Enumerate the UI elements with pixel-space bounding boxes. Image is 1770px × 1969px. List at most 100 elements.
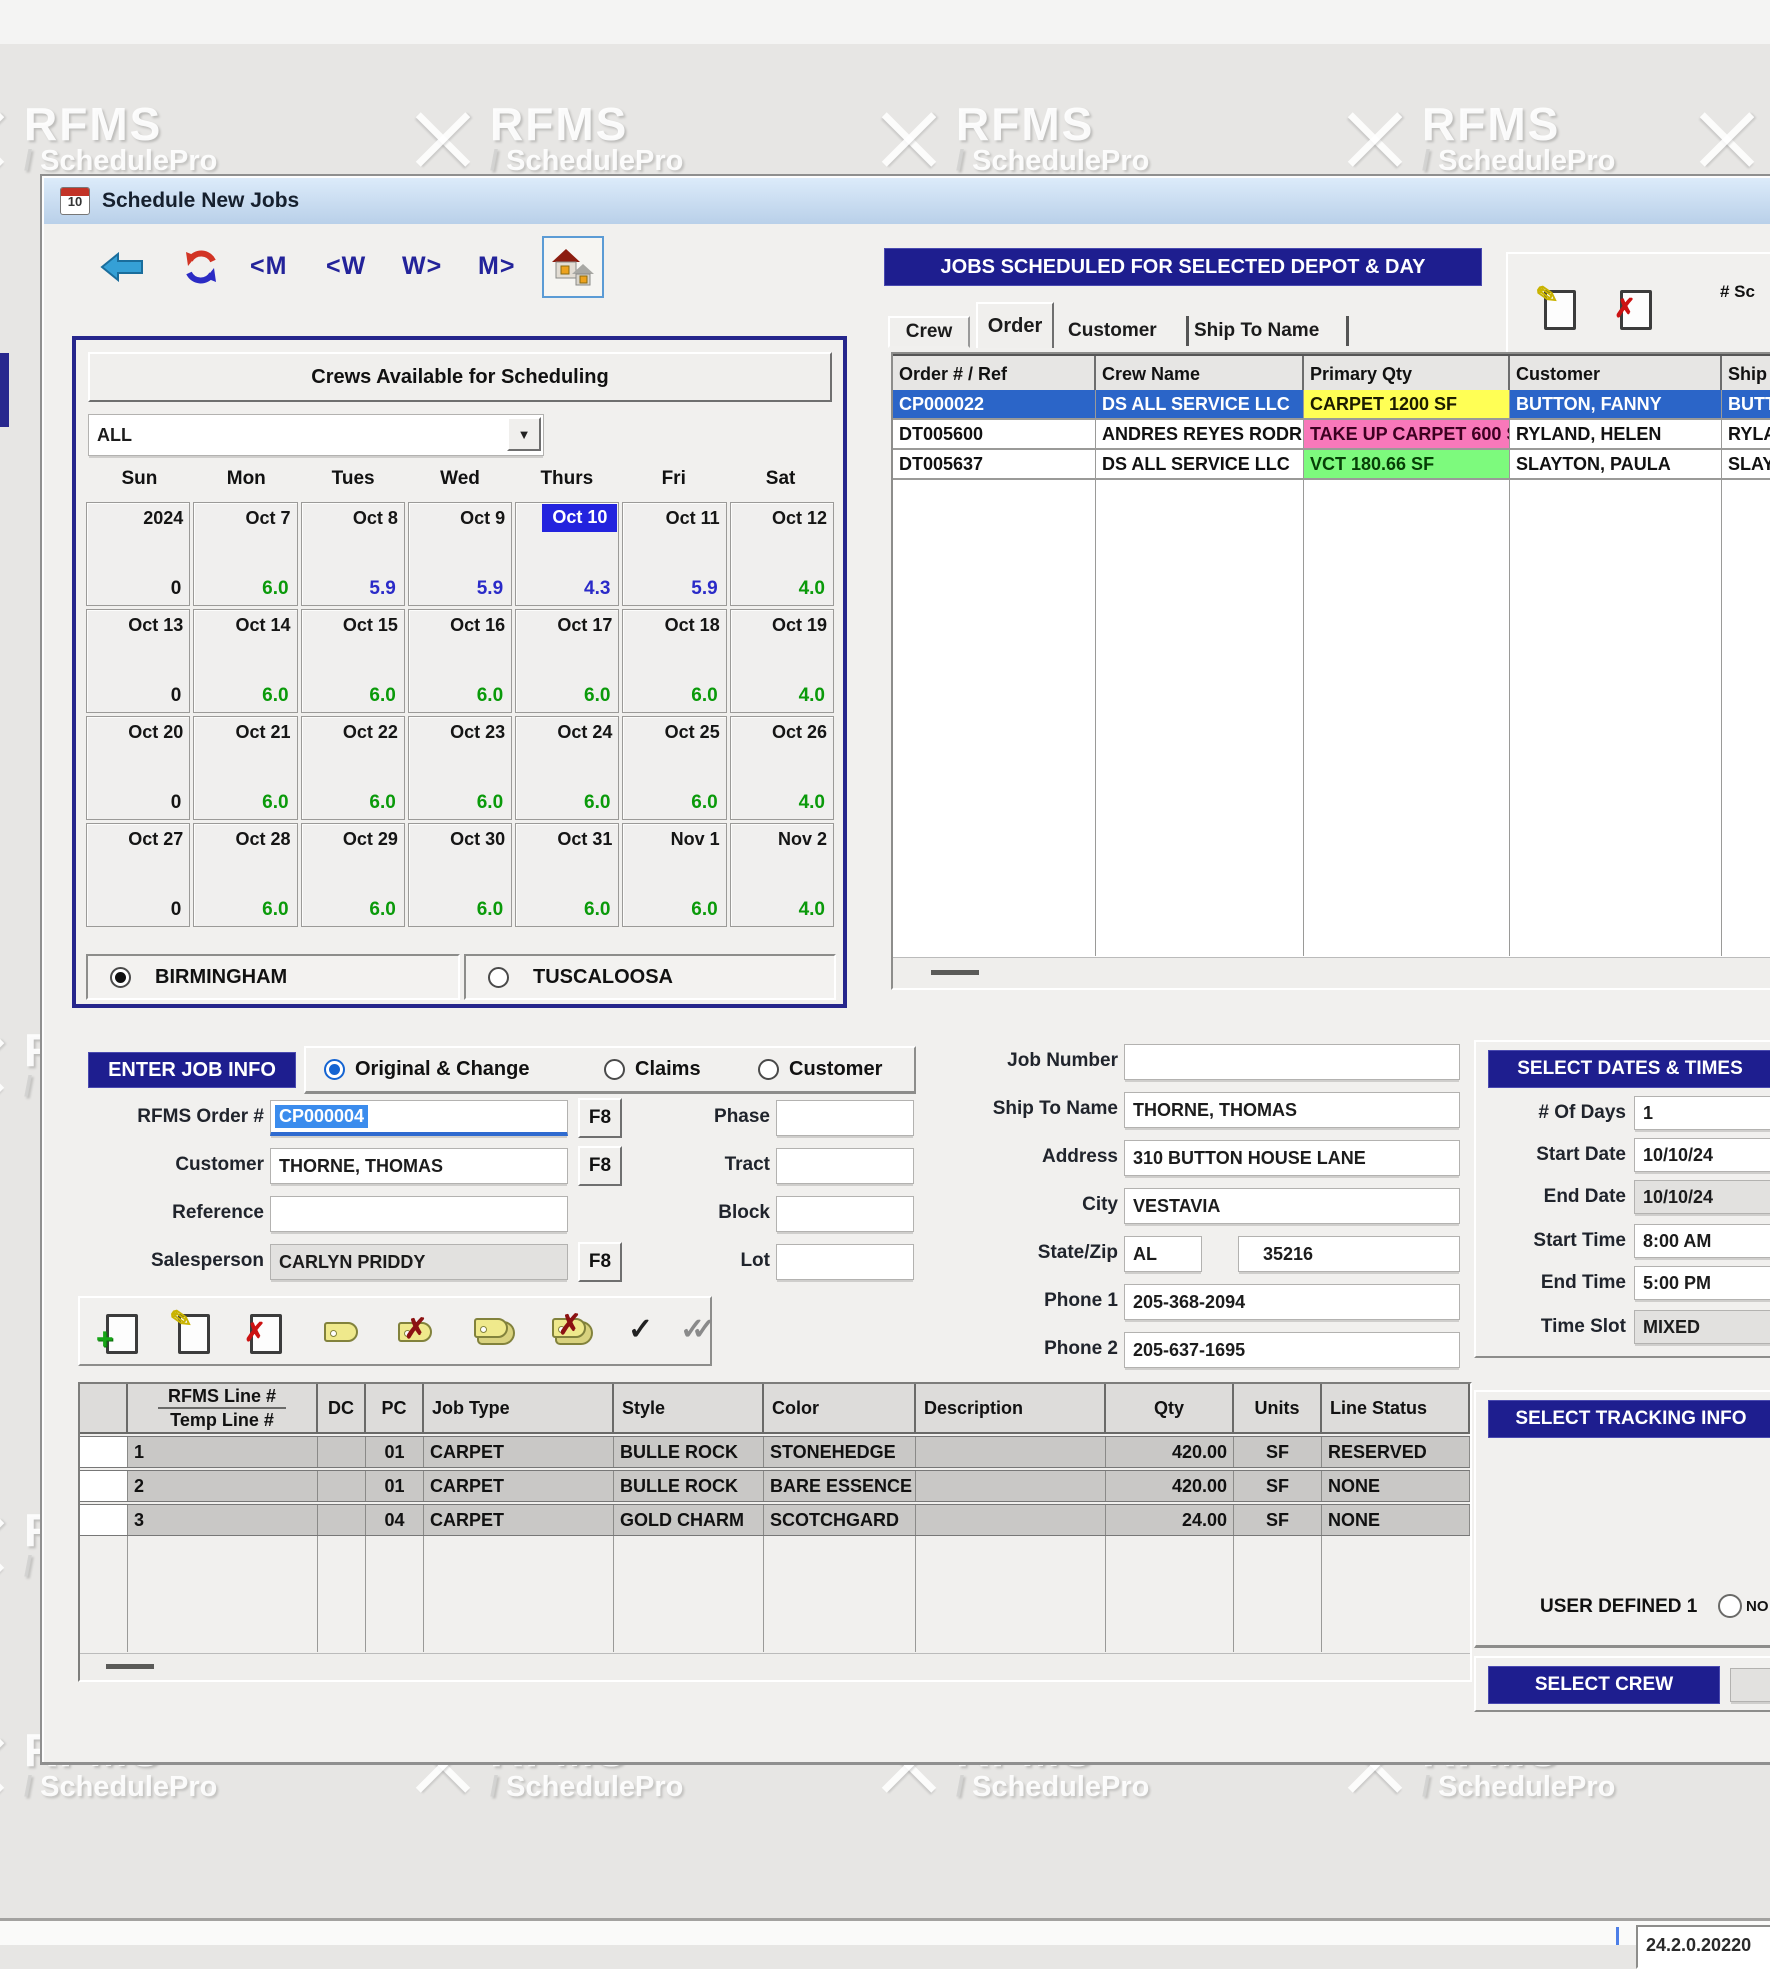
calendar-day-cell[interactable]: Oct 200 xyxy=(86,716,190,820)
calendar-day-cell[interactable]: Oct 286.0 xyxy=(193,823,297,927)
next-week-button[interactable]: W> xyxy=(402,252,442,281)
tract-input[interactable] xyxy=(776,1148,914,1184)
salesperson-input[interactable]: CARLYN PRIDDY xyxy=(270,1244,568,1280)
ship-to-name-input[interactable]: THORNE, THOMAS xyxy=(1124,1092,1460,1128)
calendar-day-cell[interactable]: Oct 146.0 xyxy=(193,609,297,713)
column-header[interactable]: Line Status xyxy=(1322,1384,1470,1432)
column-header[interactable]: Crew Name xyxy=(1096,356,1304,392)
column-header[interactable]: Primary Qty xyxy=(1304,356,1510,392)
phone1-input[interactable]: 205-368-2094 xyxy=(1124,1284,1460,1320)
refresh-button[interactable] xyxy=(182,248,220,291)
prev-week-button[interactable]: <W xyxy=(326,252,366,281)
edit-line-button[interactable]: ✎ xyxy=(178,1314,210,1359)
line-item-row[interactable]: 2 01 CARPET BULLE ROCK BARE ESSENCE 420.… xyxy=(80,1470,1470,1502)
column-header[interactable]: DC xyxy=(318,1384,366,1432)
state-input[interactable]: AL xyxy=(1124,1236,1202,1272)
calendar-day-cell[interactable]: Oct 85.9 xyxy=(301,502,405,606)
untag-line-button[interactable]: ✗ xyxy=(398,1322,432,1347)
tab-order-active[interactable]: Order xyxy=(976,302,1054,348)
radio-original-change[interactable]: Original & Change xyxy=(324,1058,529,1081)
time-slot-input[interactable]: MIXED xyxy=(1634,1310,1770,1344)
prev-month-button[interactable]: <M xyxy=(250,252,287,281)
calendar-day-cell[interactable]: Oct 216.0 xyxy=(193,716,297,820)
column-header[interactable]: Color xyxy=(764,1384,916,1432)
rfms-order-input[interactable]: CP000004 xyxy=(270,1100,568,1136)
calendar-day-cell[interactable]: Oct 296.0 xyxy=(301,823,405,927)
dropdown-arrow-button[interactable]: ▼ xyxy=(507,417,541,451)
window-titlebar[interactable]: 10 Schedule New Jobs xyxy=(44,178,1770,224)
column-header[interactable]: Qty xyxy=(1106,1384,1234,1432)
tag-line-button[interactable] xyxy=(324,1322,358,1347)
calendar-day-cell[interactable]: Oct 194.0 xyxy=(730,609,834,713)
tag-all-button[interactable] xyxy=(474,1318,508,1343)
calendar-day-cell[interactable]: Oct 130 xyxy=(86,609,190,713)
radio-unselected-icon[interactable] xyxy=(758,1059,779,1080)
job-row-selected[interactable]: CP000022 DS ALL SERVICE LLC CARPET 1200 … xyxy=(893,390,1770,420)
column-header[interactable]: Units xyxy=(1234,1384,1322,1432)
calendar-day-cell[interactable]: Oct 156.0 xyxy=(301,609,405,713)
calendar-day-cell[interactable]: Oct 264.0 xyxy=(730,716,834,820)
jobs-horizontal-scrollbar[interactable] xyxy=(893,957,1770,988)
calendar-day-cell[interactable]: Oct 256.0 xyxy=(622,716,726,820)
calendar-day-cell[interactable]: Oct 306.0 xyxy=(408,823,512,927)
customer-input[interactable]: THORNE, THOMAS xyxy=(270,1148,568,1184)
calendar-day-cell[interactable]: Oct 176.0 xyxy=(515,609,619,713)
end-date-input[interactable]: 10/10/24 xyxy=(1634,1180,1770,1214)
scrollbar-thumb[interactable] xyxy=(106,1664,154,1669)
radio-selected-icon[interactable] xyxy=(324,1059,345,1080)
column-header[interactable]: Style xyxy=(614,1384,764,1432)
city-input[interactable]: VESTAVIA xyxy=(1124,1188,1460,1224)
tab-ship-to-name[interactable]: Ship To Name xyxy=(1188,316,1349,346)
end-time-input[interactable]: 5:00 PM xyxy=(1634,1266,1770,1300)
job-number-input[interactable] xyxy=(1124,1044,1460,1080)
edit-job-button[interactable]: ✎ xyxy=(1544,290,1576,335)
confirm-all-button[interactable]: ✓✓ xyxy=(680,1312,702,1347)
depot-option-tuscaloosa[interactable]: TUSCALOOSA xyxy=(464,954,836,1000)
calendar-day-cell[interactable]: Oct 236.0 xyxy=(408,716,512,820)
start-time-input[interactable]: 8:00 AM xyxy=(1634,1224,1770,1258)
calendar-day-cell[interactable]: 20240 xyxy=(86,502,190,606)
start-date-input[interactable]: 10/10/24 xyxy=(1634,1138,1770,1172)
line-item-row[interactable]: 1 01 CARPET BULLE ROCK STONEHEDGE 420.00… xyxy=(80,1436,1470,1468)
calendar-day-cell[interactable]: Oct 246.0 xyxy=(515,716,619,820)
block-input[interactable] xyxy=(776,1196,914,1232)
tab-customer[interactable]: Customer xyxy=(1062,316,1189,346)
calendar-day-cell[interactable]: Nov 16.0 xyxy=(622,823,726,927)
home-depot-button[interactable] xyxy=(542,236,604,298)
phone2-input[interactable]: 205-637-1695 xyxy=(1124,1332,1460,1368)
line-item-row[interactable]: 3 04 CARPET GOLD CHARM SCOTCHGARD 24.00 … xyxy=(80,1504,1470,1536)
user-defined-1-radio-no[interactable]: NO xyxy=(1718,1594,1769,1618)
job-row[interactable]: DT005637 DS ALL SERVICE LLC VCT 180.66 S… xyxy=(893,450,1770,480)
calendar-day-cell-selected[interactable]: Oct 104.3 xyxy=(515,502,619,606)
radio-claims[interactable]: Claims xyxy=(604,1058,701,1081)
depot-option-birmingham[interactable]: BIRMINGHAM xyxy=(86,954,460,1000)
column-header[interactable]: PC xyxy=(366,1384,424,1432)
column-header[interactable]: Customer xyxy=(1510,356,1722,392)
radio-selected-icon[interactable] xyxy=(110,967,131,988)
select-crew-input[interactable] xyxy=(1730,1668,1770,1702)
radio-unselected-icon[interactable] xyxy=(1718,1594,1742,1618)
radio-unselected-icon[interactable] xyxy=(604,1059,625,1080)
scrollbar-thumb[interactable] xyxy=(931,970,979,975)
num-days-input[interactable]: 1 xyxy=(1634,1096,1770,1130)
crew-filter-dropdown[interactable]: ALL ▼ xyxy=(88,414,544,456)
delete-job-button[interactable]: ✗ xyxy=(1620,290,1652,335)
row-selector-cell[interactable] xyxy=(80,1437,128,1467)
zip-input[interactable]: 35216 xyxy=(1238,1236,1460,1272)
back-button[interactable] xyxy=(100,252,144,287)
line-items-horizontal-scrollbar[interactable] xyxy=(80,1653,1470,1680)
untag-all-button[interactable]: ✗ xyxy=(552,1318,586,1343)
column-header[interactable]: Description xyxy=(916,1384,1106,1432)
radio-customer[interactable]: Customer xyxy=(758,1058,882,1081)
calendar-day-cell[interactable]: Oct 76.0 xyxy=(193,502,297,606)
calendar-day-cell[interactable]: Nov 24.0 xyxy=(730,823,834,927)
delete-line-button[interactable]: ✗ xyxy=(250,1314,282,1359)
calendar-day-cell[interactable]: Oct 115.9 xyxy=(622,502,726,606)
calendar-day-cell[interactable]: Oct 95.9 xyxy=(408,502,512,606)
row-selector-cell[interactable] xyxy=(80,1505,128,1535)
calendar-day-cell[interactable]: Oct 186.0 xyxy=(622,609,726,713)
next-month-button[interactable]: M> xyxy=(478,252,515,281)
calendar-day-cell[interactable]: Oct 270 xyxy=(86,823,190,927)
lot-input[interactable] xyxy=(776,1244,914,1280)
radio-unselected-icon[interactable] xyxy=(488,967,509,988)
